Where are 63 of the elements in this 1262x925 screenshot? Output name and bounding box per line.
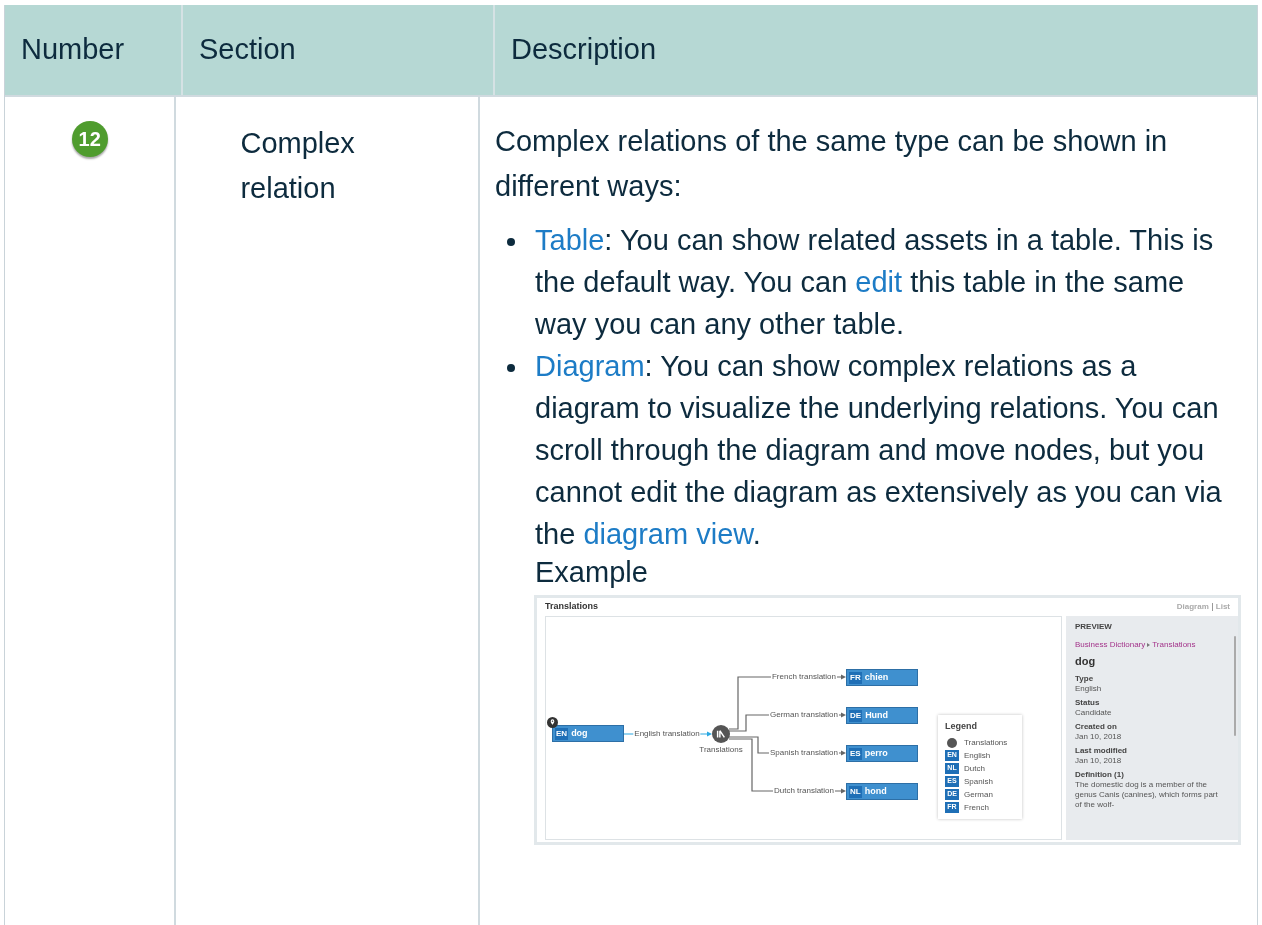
language-badge: FR xyxy=(849,671,862,684)
field-value: The domestic dog is a member of the genus Canis (canines), which forms part of the wolf- xyxy=(1075,779,1219,810)
bullet-icon xyxy=(507,238,515,246)
hub-icon xyxy=(947,737,957,748)
column-header: Section xyxy=(199,32,296,68)
example-label: Example xyxy=(535,555,648,589)
node-label: Hund xyxy=(865,708,889,722)
edge-label: English translation xyxy=(633,729,701,739)
link[interactable]: edit xyxy=(855,266,903,298)
column-header: Description xyxy=(511,32,657,68)
target-node[interactable]: NL hond xyxy=(846,783,918,800)
legend-label: Translations xyxy=(964,736,1008,749)
source-node[interactable]: EN dog xyxy=(552,725,624,742)
breadcrumb-link[interactable]: Business Dictionary xyxy=(1075,639,1146,651)
edge-label: Dutch translation xyxy=(773,786,835,796)
description-text: Complex relations of the same type can be shown in different ways: xyxy=(495,124,1169,204)
legend-title: Legend xyxy=(945,720,978,733)
edge-label: Spanish translation xyxy=(769,748,839,758)
panel-title: Translations xyxy=(545,600,598,614)
bullet-text: Diagram: You can show complex relations as a diagram to visualize the underlying relations. You can scroll through the diagram and move nodes, but you cannot edit the diagram as extensively as you can via the diagram view. xyxy=(535,349,1223,552)
node-label: hond xyxy=(864,784,887,798)
field-label: Type xyxy=(1075,673,1095,684)
field-value: English xyxy=(1075,683,1103,694)
bullet-icon xyxy=(507,364,515,372)
language-badge: DE xyxy=(849,709,863,722)
bullet-text: Table: You can show related assets in a table. This is the default way. You can edit this table in the same way you can any other table. xyxy=(535,223,1215,342)
link[interactable]: Table xyxy=(535,224,605,256)
legend-label: French xyxy=(964,801,989,814)
target-node[interactable]: DE Hund xyxy=(846,707,918,724)
field-label: Definition (1) xyxy=(1075,769,1125,780)
legend-label: German xyxy=(964,788,993,801)
link[interactable]: Diagram xyxy=(535,350,645,382)
legend-label: English xyxy=(964,749,991,762)
node-label: chien xyxy=(864,670,889,684)
scrollbar-thumb[interactable] xyxy=(1234,636,1236,736)
column-header: Number xyxy=(21,32,125,68)
link[interactable]: diagram view xyxy=(583,518,753,550)
section-name: Complex relation xyxy=(240,126,356,206)
field-label: Status xyxy=(1075,697,1101,708)
field-value: Candidate xyxy=(1075,707,1113,718)
hub-node-icon[interactable] xyxy=(712,725,730,743)
chevron-icon xyxy=(1147,643,1151,647)
language-badge: NL xyxy=(849,785,862,798)
language-badge: EN xyxy=(555,727,569,740)
field-label: Created on xyxy=(1075,721,1118,732)
edge-label: French translation xyxy=(771,672,837,682)
field-value: Jan 10, 2018 xyxy=(1075,731,1123,742)
language-badge: ES xyxy=(849,747,862,760)
map-pin-icon xyxy=(547,717,558,728)
number-badge: 12 xyxy=(71,121,108,157)
legend-label: Dutch xyxy=(964,762,985,775)
target-node[interactable]: FR chien xyxy=(846,669,918,686)
preview-title: dog xyxy=(1075,654,1097,669)
legend-label: Spanish xyxy=(964,775,993,788)
field-value: Jan 10, 2018 xyxy=(1075,755,1123,766)
preview-heading: PREVIEW xyxy=(1075,621,1113,633)
breadcrumb-link[interactable]: Translations xyxy=(1152,639,1196,651)
node-label: perro xyxy=(864,746,888,760)
field-label: Last modified xyxy=(1075,745,1128,756)
edge-label: German translation xyxy=(769,710,839,720)
node-caption: Translations xyxy=(699,744,743,756)
node-label: dog xyxy=(571,726,588,740)
target-node[interactable]: ES perro xyxy=(846,745,918,762)
